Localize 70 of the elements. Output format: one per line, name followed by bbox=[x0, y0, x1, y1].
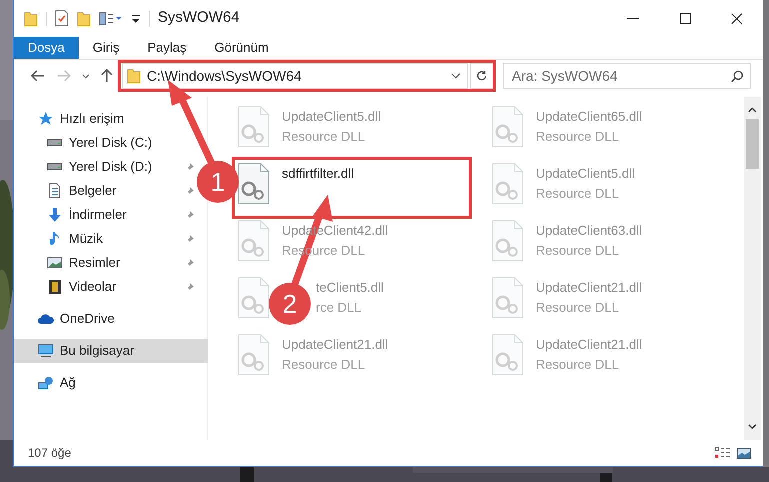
folder-icon bbox=[127, 68, 141, 84]
chevron-down-icon bbox=[82, 74, 90, 78]
ribbon-tab[interactable]: Paylaş bbox=[134, 37, 201, 59]
drive-icon bbox=[47, 139, 63, 147]
scroll-thumb[interactable] bbox=[746, 119, 759, 169]
sidebar-item[interactable]: Hızlı erişim bbox=[14, 107, 198, 131]
sidebar-item[interactable]: Ağ bbox=[14, 371, 198, 395]
landscape-icon bbox=[47, 257, 63, 269]
item-count: 107 öğe bbox=[28, 445, 72, 462]
network-icon bbox=[38, 376, 54, 390]
forward-arrow-icon bbox=[57, 70, 71, 82]
sidebar-item[interactable]: Videolar bbox=[14, 275, 198, 299]
details-view-icon[interactable] bbox=[715, 447, 731, 459]
refresh-icon bbox=[476, 70, 488, 82]
sidebar-item[interactable]: Bu bilgisayar bbox=[14, 339, 208, 363]
minus-icon bbox=[627, 18, 639, 19]
cloud-icon bbox=[38, 314, 54, 324]
music-note-icon bbox=[50, 231, 60, 247]
sidebar-item[interactable]: Belgeler bbox=[14, 179, 198, 203]
back-arrow-icon bbox=[31, 70, 45, 82]
scrollbar[interactable] bbox=[744, 97, 761, 440]
download-arrow-icon bbox=[49, 208, 61, 222]
file-type: Resource DLL bbox=[536, 128, 620, 146]
file-type: Resource DLL bbox=[536, 184, 620, 202]
dropdown-icon[interactable] bbox=[451, 73, 461, 79]
film-icon bbox=[49, 280, 61, 294]
sidebar-item[interactable]: Resimler bbox=[14, 251, 198, 275]
file-name: teClient5.dll bbox=[316, 279, 384, 297]
file-name: UpdateClient21.dll bbox=[282, 336, 388, 354]
sidebar-item[interactable]: OneDrive bbox=[14, 307, 198, 331]
star-icon bbox=[38, 111, 54, 127]
sidebar-item[interactable]: İndirmeler bbox=[14, 203, 198, 227]
file-name: UpdateClient21.dll bbox=[536, 336, 642, 354]
file-type: Resource DLL bbox=[282, 356, 366, 374]
document-icon bbox=[49, 183, 61, 199]
file-type: rce DLL bbox=[316, 298, 363, 316]
ribbon-tab[interactable]: Giriş bbox=[78, 37, 134, 59]
window-title: SysWOW64 bbox=[158, 8, 240, 28]
file-name: sdffirtfilter.dll bbox=[282, 165, 354, 183]
search-icon bbox=[731, 70, 744, 83]
folder-icon[interactable] bbox=[77, 10, 91, 26]
folder-icon[interactable] bbox=[24, 10, 38, 26]
checklist-icon[interactable] bbox=[55, 10, 69, 27]
file-name: UpdateClient5.dll bbox=[282, 108, 382, 126]
scroll-down-icon[interactable] bbox=[748, 424, 757, 430]
file-type: Resource DLL bbox=[536, 298, 620, 316]
dll-file-icon[interactable] bbox=[238, 163, 270, 205]
file-type: Resource DLL bbox=[536, 242, 620, 260]
sidebar-item[interactable]: Müzik bbox=[14, 227, 198, 251]
file-type: Resource DLL bbox=[536, 356, 620, 374]
scroll-up-icon[interactable] bbox=[748, 107, 757, 113]
large-icons-view-icon[interactable] bbox=[737, 448, 751, 458]
ribbon-tab[interactable]: Dosya bbox=[14, 37, 79, 59]
file-name: UpdateClient5.dll bbox=[536, 165, 636, 183]
view-options-icon[interactable] bbox=[99, 12, 123, 26]
file-type: Resource DLL bbox=[282, 128, 366, 146]
ribbon-tab[interactable]: Görünüm bbox=[200, 37, 283, 59]
drive-icon bbox=[47, 163, 63, 171]
close-icon bbox=[731, 12, 743, 24]
file-name: UpdateClient65.dll bbox=[536, 108, 642, 126]
customize-arrow-icon[interactable] bbox=[131, 14, 141, 24]
file-name: UpdateClient63.dll bbox=[536, 222, 642, 240]
sidebar-item[interactable]: Yerel Disk (D:) bbox=[14, 155, 198, 179]
sidebar-item[interactable]: Yerel Disk (C:) bbox=[14, 131, 198, 155]
file-name: UpdateClient21.dll bbox=[536, 279, 642, 297]
search-field[interactable]: Ara: SysWOW64 bbox=[503, 63, 751, 89]
square-icon bbox=[680, 13, 690, 24]
up-arrow-icon bbox=[101, 69, 113, 83]
monitor-icon bbox=[38, 344, 54, 358]
refresh-button[interactable] bbox=[470, 63, 494, 89]
